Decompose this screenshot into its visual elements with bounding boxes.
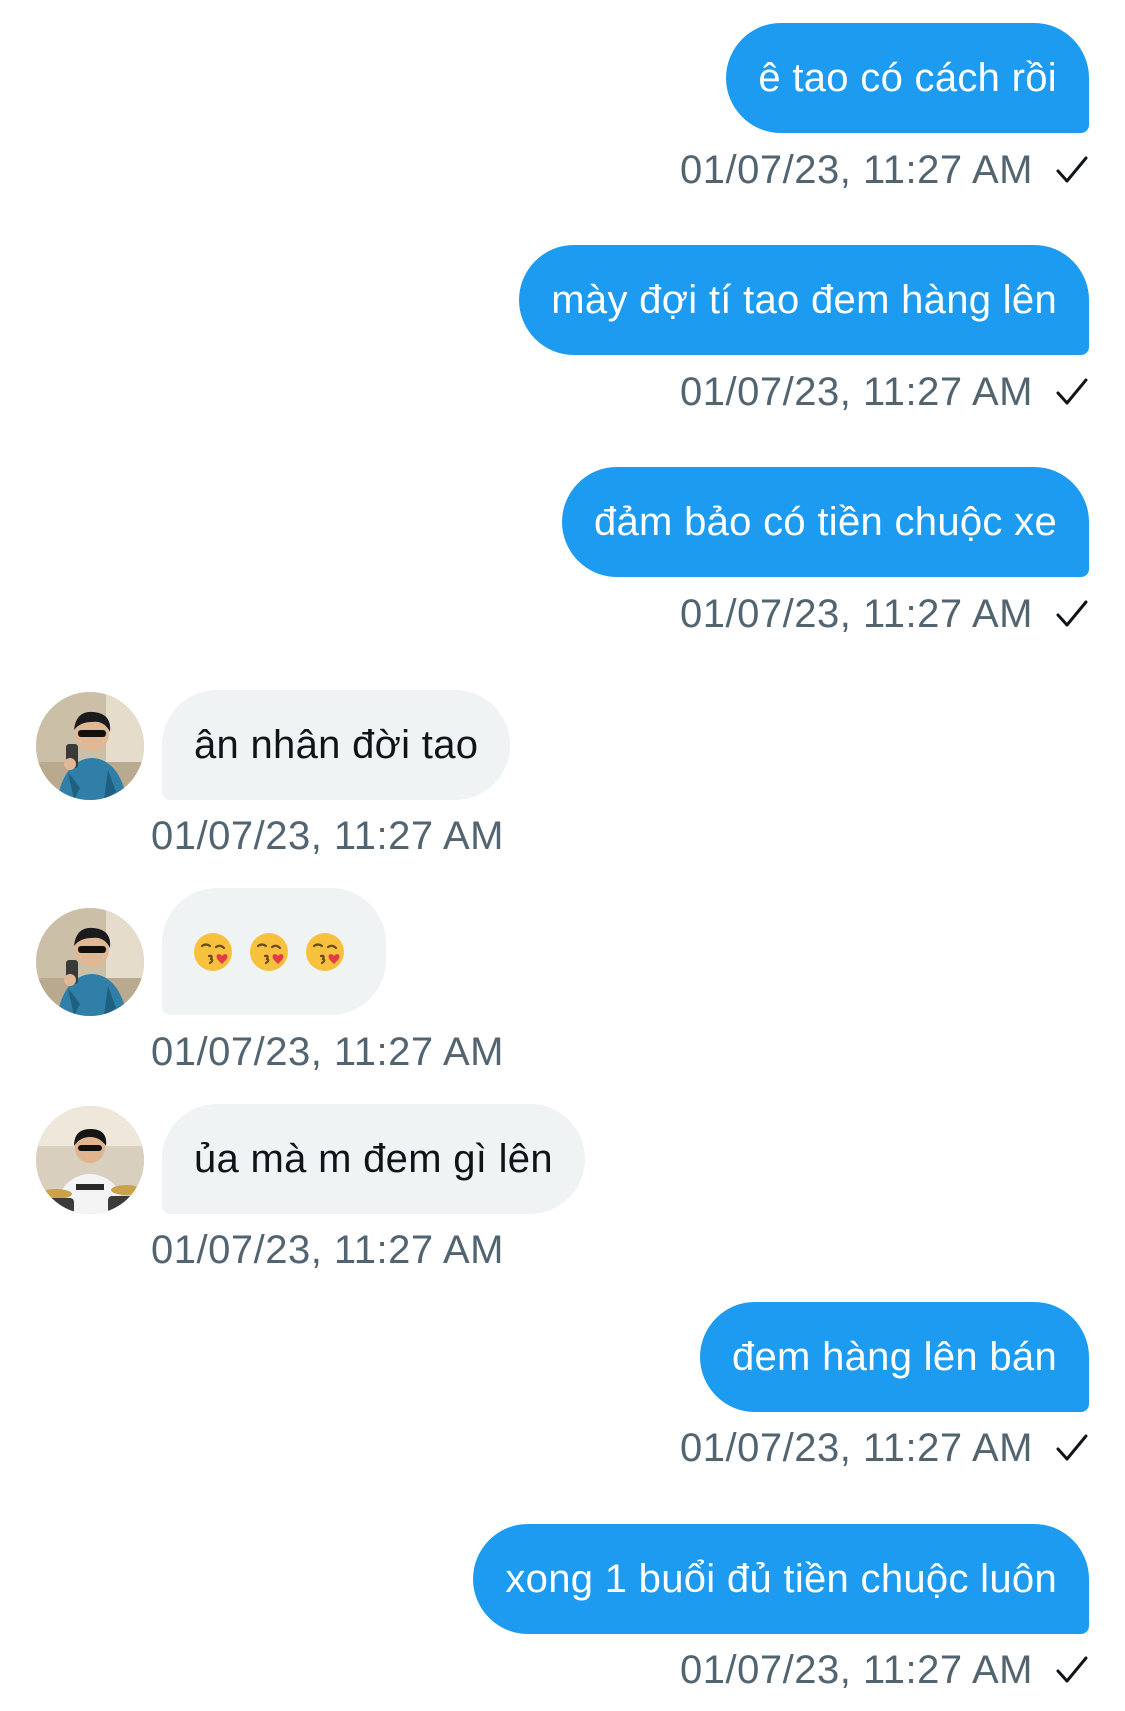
message-meta: 01/07/23, 11:27 AM [680, 1424, 1089, 1472]
message-meta: 01/07/23, 11:27 AM [680, 368, 1089, 416]
message-bubble[interactable]: ê tao có cách rồi [726, 23, 1089, 133]
message-bubble[interactable]: ân nhân đời tao [162, 690, 511, 800]
message-timestamp: 01/07/23, 11:27 AM [151, 1030, 504, 1074]
message-thread: ê tao có cách rồi 01/07/23, 11:27 AM mày… [0, 0, 1125, 1711]
check-icon [1056, 1434, 1088, 1461]
avatar[interactable] [36, 1106, 144, 1214]
avatar-mirror-selfie-icon [36, 908, 144, 1016]
message-bubble[interactable] [162, 888, 386, 1015]
message-meta: 01/07/23, 11:27 AM [680, 590, 1089, 638]
check-icon [1056, 600, 1088, 627]
avatar-mirror-selfie-icon [36, 692, 144, 800]
avatar[interactable] [36, 692, 144, 800]
emoji-row [192, 888, 346, 1015]
message-bubble[interactable]: đảm bảo có tiền chuộc xe [561, 467, 1089, 577]
kissing-heart-emoji-icon [194, 932, 232, 971]
message-bubble[interactable]: xong 1 buổi đủ tiền chuộc luôn [473, 1524, 1089, 1634]
message-bubble[interactable]: ủa mà m đem gì lên [162, 1104, 585, 1214]
message-timestamp: 01/07/23, 11:27 AM [680, 1648, 1033, 1692]
message-bubble[interactable]: đem hàng lên bán [699, 1302, 1089, 1412]
check-icon [1056, 156, 1088, 183]
kissing-heart-emoji-icon [306, 932, 344, 971]
message-timestamp: 01/07/23, 11:27 AM [680, 1426, 1033, 1470]
message-timestamp: 01/07/23, 11:27 AM [680, 148, 1033, 192]
message-timestamp: 01/07/23, 11:27 AM [151, 1228, 504, 1272]
check-icon [1056, 378, 1088, 405]
avatar-drummer-icon [36, 1106, 144, 1214]
message-timestamp: 01/07/23, 11:27 AM [680, 592, 1033, 636]
avatar[interactable] [36, 908, 144, 1016]
message-meta: 01/07/23, 11:27 AM [680, 1646, 1089, 1694]
message-meta: 01/07/23, 11:27 AM [680, 146, 1089, 194]
message-timestamp: 01/07/23, 11:27 AM [151, 814, 504, 858]
message-bubble[interactable]: mày đợi tí tao đem hàng lên [519, 245, 1089, 355]
check-icon [1056, 1656, 1088, 1683]
message-timestamp: 01/07/23, 11:27 AM [680, 370, 1033, 414]
kissing-heart-emoji-icon [250, 932, 288, 971]
